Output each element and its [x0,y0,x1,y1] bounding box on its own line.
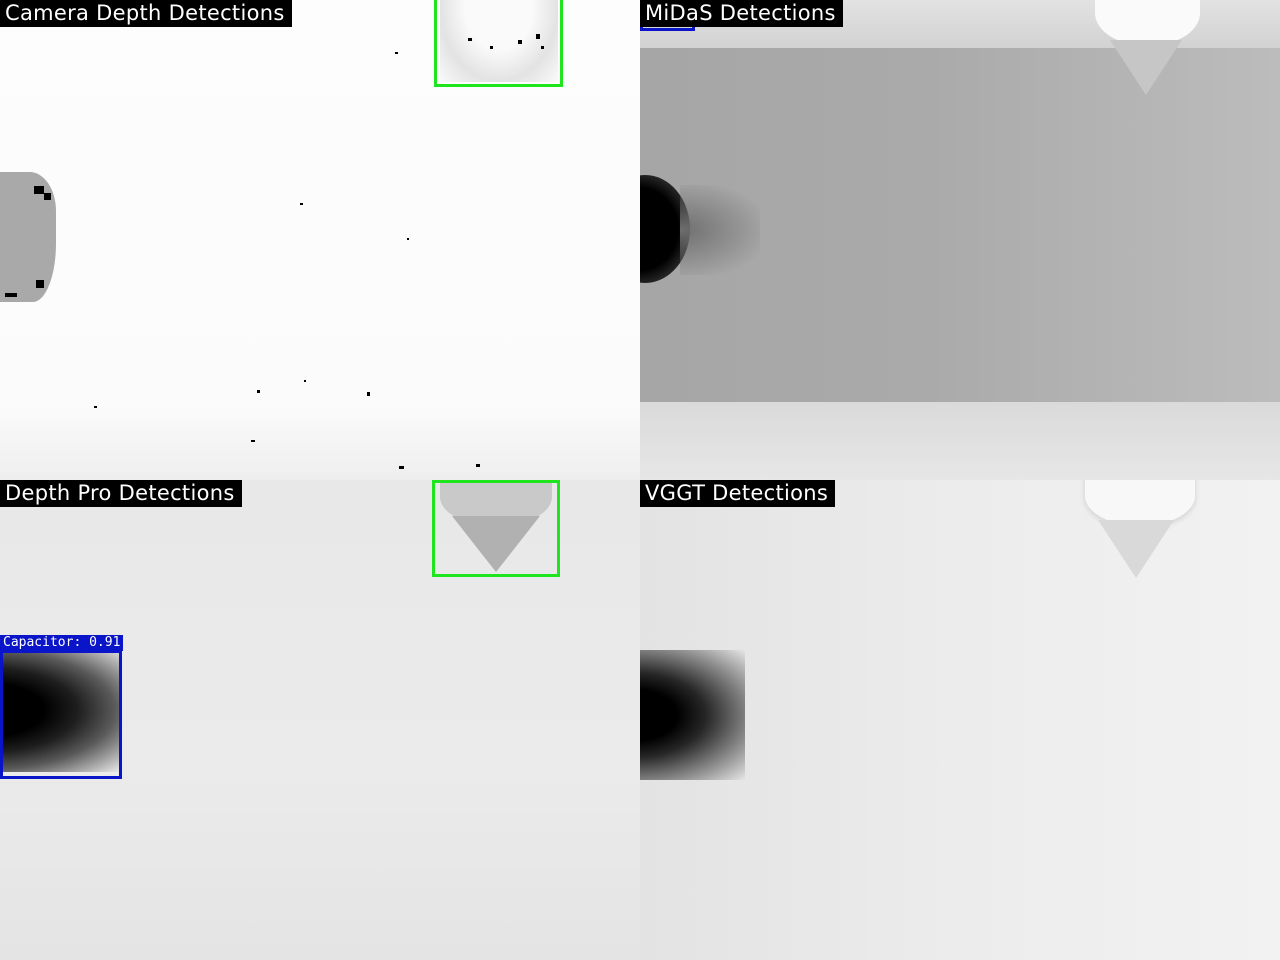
depth-pro-panel: Capacitor: 0.91 Depth Pro Detections [0,480,640,960]
capacitor-dark-blob [640,650,745,780]
depth-noise [44,193,51,200]
capacitor-depth-blob [0,172,56,302]
depth-noise [304,380,306,382]
depth-noise [251,440,255,442]
upper-object-cone [1098,520,1174,578]
depth-noise [94,406,97,408]
depth-noise [395,52,398,54]
panel-title: Depth Pro Detections [0,480,242,507]
camera-depth-panel: Camera Depth Detections [0,0,640,480]
detection-label: Capacitor: 0.91 [0,635,124,651]
capacitor-detection-box: Capacitor: 0.91 [0,635,124,779]
depth-noise [476,464,480,467]
panel-title: Camera Depth Detections [0,0,292,27]
depth-noise [407,238,409,240]
bottom-band [640,402,1280,480]
midas-panel: MiDaS Detections [640,0,1280,480]
depth-noise [5,293,17,297]
vggt-panel: VGGT Detections [640,480,1280,960]
depth-noise [367,392,370,396]
upper-object-cone [1110,40,1182,95]
green-detection-box [434,0,563,87]
depth-noise [34,186,44,194]
panel-title: VGGT Detections [640,480,836,507]
depth-noise [257,390,260,393]
depth-noise [399,466,404,469]
capacitor-shadow [680,185,760,275]
panel-title: MiDaS Detections [640,0,843,27]
green-detection-box [432,480,560,577]
depth-noise [36,280,44,288]
depth-noise [300,203,303,205]
